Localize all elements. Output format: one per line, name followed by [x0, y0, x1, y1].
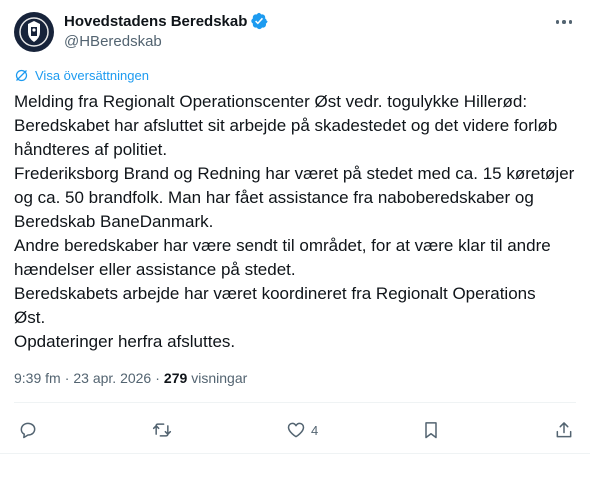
meta-separator: · [155, 370, 160, 386]
author-display-name[interactable]: Hovedstadens Beredskab [64, 13, 247, 30]
like-button[interactable]: 4 [286, 416, 318, 444]
tweet-text-line: håndteres af politiet. [14, 140, 168, 159]
more-icon-dot [562, 20, 566, 24]
tweet-meta: 9:39 fm · 23 apr. 2026 · 279 visningar [14, 370, 247, 386]
tweet-time[interactable]: 9:39 fm [14, 370, 61, 386]
tweet-text-line: Frederiksborg Brand og Redning har været… [14, 164, 575, 183]
tweet-date[interactable]: 23 apr. 2026 [73, 370, 151, 386]
translate-link[interactable]: Visa översättningen [14, 68, 149, 83]
like-count: 4 [311, 422, 319, 438]
tweet-text-line: Beredskab BaneDanmark. [14, 212, 214, 231]
tweet-text: Melding fra Regionalt Operationscenter Ø… [14, 90, 582, 354]
tweet-text-line: Melding fra Regionalt Operationscenter Ø… [14, 92, 528, 111]
translate-icon [15, 69, 28, 82]
tweet-card: Hovedstadens Beredskab @HBeredskab Visa … [0, 0, 590, 492]
action-bar: 4 [14, 414, 576, 446]
bookmark-button[interactable] [421, 416, 441, 444]
tweet-text-line: Beredskabet har afsluttet sit arbejde på… [14, 116, 558, 135]
like-icon [287, 422, 305, 438]
author-names: Hovedstadens Beredskab @HBeredskab [64, 11, 268, 50]
view-count: 279 [163, 370, 188, 386]
verified-badge-icon [250, 12, 268, 30]
tweet-text-line: hændelser eller assistance på stedet. [14, 260, 296, 279]
more-options-button[interactable] [550, 10, 578, 34]
coat-of-arms-icon [19, 17, 49, 47]
more-icon-dot [568, 20, 573, 24]
divider [14, 402, 576, 403]
more-icon-dot [555, 20, 560, 24]
bookmark-icon [425, 422, 437, 439]
tweet-text-line: og ca. 50 brandfolk. Man har fået assist… [14, 188, 534, 207]
tweet-text-line: Øst. [14, 308, 46, 327]
reply-icon [20, 422, 36, 439]
tweet-text-line: Opdateringer herfra afsluttes. [14, 332, 236, 351]
reply-button[interactable] [18, 416, 43, 444]
tweet-text-line: Andre beredskaber har være sendt til omr… [14, 236, 551, 255]
divider [0, 453, 590, 454]
retweet-icon [152, 423, 172, 437]
translate-label: Visa översättningen [35, 68, 149, 83]
share-icon [556, 422, 572, 438]
tweet-text-line: Beredskabets arbejde har været koordiner… [14, 284, 536, 303]
retweet-button[interactable] [151, 416, 178, 444]
author-handle[interactable]: @HBeredskab [64, 33, 268, 50]
avatar[interactable] [14, 12, 54, 52]
views-label: visningar [191, 370, 248, 386]
meta-separator: · [64, 370, 70, 386]
share-button[interactable] [554, 416, 574, 444]
tweet-header: Hovedstadens Beredskab @HBeredskab [14, 10, 578, 54]
